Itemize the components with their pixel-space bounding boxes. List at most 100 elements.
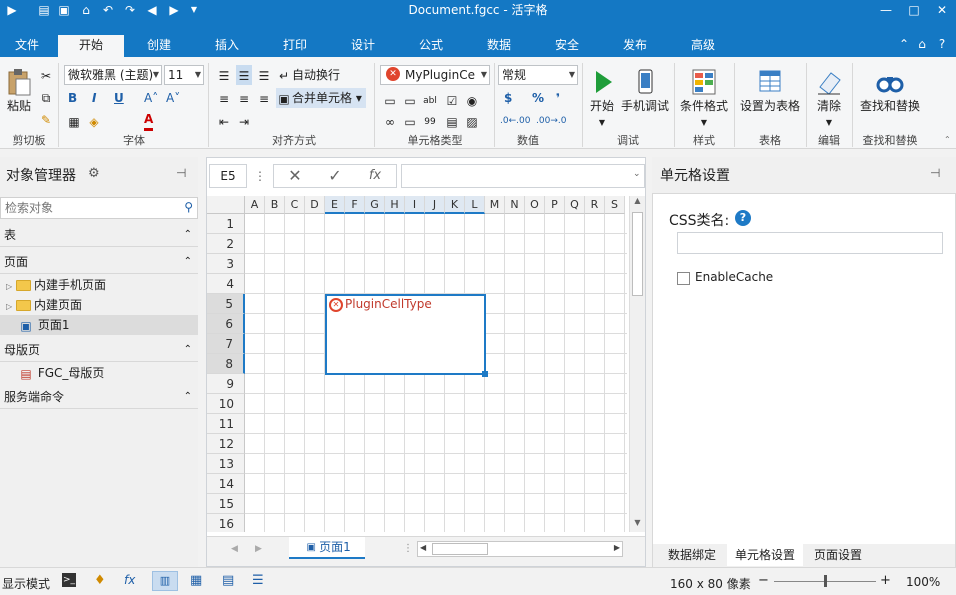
row-header[interactable]: 15 (207, 494, 245, 514)
cell-grid[interactable]: ABCDEFGHIJKLMNOPQRS 1 2 3 4 5 6 7 8 9 10 11 12 13 14 1… (207, 196, 627, 532)
row-header[interactable]: 11 (207, 414, 245, 434)
column-header[interactable]: L (465, 196, 485, 214)
underline-button[interactable]: U (114, 88, 124, 108)
column-header[interactable]: O (525, 196, 545, 214)
search-icon[interactable]: ⚲ (184, 200, 193, 214)
celltype-select[interactable]: ✕ MyPluginCe ▼ (380, 65, 490, 85)
cut-icon[interactable]: ✂ (38, 65, 54, 85)
tab-file[interactable]: 文件 (2, 35, 52, 57)
number-format-select[interactable]: 常规 ▼ (498, 65, 578, 85)
column-header[interactable]: N (505, 196, 525, 214)
indent-increase-icon[interactable]: ⇥ (236, 111, 252, 131)
zoom-out-icon[interactable]: − (758, 573, 769, 588)
column-header[interactable]: K (445, 196, 465, 214)
close-icon[interactable]: ✕ (934, 2, 950, 18)
row-header[interactable]: 16 (207, 514, 245, 532)
gear-icon[interactable]: ⚙ (88, 166, 100, 181)
section-pages[interactable]: 页面 ⌃ (0, 250, 198, 274)
tree-item-master-page[interactable]: ▤ FGC_母版页 (0, 363, 198, 383)
row-header[interactable]: 14 (207, 474, 245, 494)
list-celltype-icon[interactable]: ▤ (444, 111, 460, 131)
tab-cell-settings[interactable]: 单元格设置 (727, 544, 803, 566)
tree-item-builtin-pages[interactable]: ▷ 内建页面 (0, 295, 198, 315)
ribbon-collapse-icon[interactable]: ⌃ (944, 135, 951, 144)
hyperlink-celltype-icon[interactable]: ∞ (382, 111, 398, 131)
column-header[interactable]: P (545, 196, 565, 214)
row-header[interactable]: 7 (207, 334, 245, 354)
row-header[interactable]: 3 (207, 254, 245, 274)
tab-print[interactable]: 打印 (270, 35, 320, 57)
column-header[interactable]: E (325, 196, 345, 214)
column-header[interactable]: I (405, 196, 425, 214)
bulb-icon[interactable]: ♦ (94, 573, 106, 588)
bold-button[interactable]: B (68, 88, 77, 108)
chart-icon[interactable]: ▥ (152, 571, 178, 591)
tree-item-mobile-pages[interactable]: ▷ 内建手机页面 (0, 275, 198, 295)
align-top-icon[interactable]: ☰ (216, 65, 232, 85)
increase-font-button[interactable]: A˄ (144, 88, 158, 108)
console-icon[interactable]: >_ (62, 573, 76, 587)
maximize-icon[interactable]: □ (906, 2, 922, 18)
column-header[interactable]: B (265, 196, 285, 214)
home-icon[interactable]: ⌂ (914, 36, 930, 52)
italic-button[interactable]: I (92, 88, 96, 108)
tab-data[interactable]: 数据 (474, 35, 524, 57)
tree-item-page1[interactable]: ▣ 页面1 (0, 315, 198, 335)
align-left-icon[interactable]: ≡ (216, 88, 232, 108)
column-header[interactable]: F (345, 196, 365, 214)
list-icon[interactable]: ☰ (252, 573, 264, 588)
tab-publish[interactable]: 发布 (610, 35, 660, 57)
align-center-icon[interactable]: ≡ (236, 88, 252, 108)
percent-button[interactable]: % (532, 88, 544, 108)
confirm-icon[interactable]: ✓ (325, 164, 345, 188)
fill-handle[interactable] (482, 371, 488, 377)
column-header[interactable]: G (365, 196, 385, 214)
clear-button[interactable]: 清除 ▼ (810, 67, 848, 128)
sheet-tab-page1[interactable]: ▣ 页面1 (289, 537, 365, 559)
tab-security[interactable]: 安全 (542, 35, 592, 57)
row-header[interactable]: 1 (207, 214, 245, 234)
row-header[interactable]: 4 (207, 274, 245, 294)
css-class-input[interactable] (677, 232, 943, 254)
pin-icon[interactable]: ⊣ (176, 166, 186, 180)
sheet-splitter[interactable]: ⋮ (403, 543, 413, 554)
column-header[interactable]: H (385, 196, 405, 214)
font-size-select[interactable]: 11 ▼ (164, 65, 204, 85)
align-middle-icon[interactable]: ☰ (236, 65, 252, 85)
grid-icon[interactable]: ▦ (190, 573, 202, 588)
vertical-scroll-thumb[interactable] (632, 212, 643, 296)
textbox-celltype-icon[interactable]: ▭ (402, 90, 418, 110)
fill-color-icon[interactable]: ◈ (86, 111, 102, 131)
column-header[interactable]: A (245, 196, 265, 214)
next-sheet-icon[interactable]: ▶ (255, 544, 262, 554)
label-celltype-icon[interactable]: abl (422, 90, 438, 110)
find-replace-button[interactable]: 查找和替换 (856, 67, 924, 114)
increase-decimal-icon[interactable]: .0←.00 (500, 111, 530, 131)
wrap-text-button[interactable]: ↵ 自动换行 (276, 65, 340, 85)
column-header[interactable]: R (585, 196, 605, 214)
tab-insert[interactable]: 插入 (202, 35, 252, 57)
tab-home[interactable]: 开始 (58, 35, 124, 57)
zoom-slider-thumb[interactable] (824, 575, 827, 587)
help-icon[interactable]: ? (735, 210, 751, 226)
select-all-corner[interactable] (207, 196, 245, 214)
row-header[interactable]: 12 (207, 434, 245, 454)
row-header[interactable]: 5 (207, 294, 245, 314)
formula-input[interactable] (401, 164, 645, 188)
column-header[interactable]: S (605, 196, 625, 214)
help-icon[interactable]: ? (934, 36, 950, 52)
font-name-select[interactable]: 微软雅黑 (主题) ▼ (64, 65, 162, 85)
conditional-format-button[interactable]: 条件格式 ▼ (678, 67, 730, 128)
pin-icon[interactable]: ⊣ (930, 166, 940, 180)
currency-button[interactable]: $ (504, 88, 512, 108)
vertical-scrollbar[interactable]: ▲ ▼ (629, 196, 645, 532)
set-as-table-button[interactable]: 设置为表格 (738, 67, 802, 114)
horizontal-scroll-thumb[interactable] (432, 543, 488, 555)
tab-data-binding[interactable]: 数据绑定 (659, 544, 725, 566)
button-celltype-icon[interactable]: ▭ (382, 90, 398, 110)
collapse-ribbon-icon[interactable]: ⌃ (896, 36, 912, 52)
zoom-in-icon[interactable]: + (880, 573, 891, 588)
expand-formula-icon[interactable]: ⌄ (633, 169, 641, 179)
tab-create[interactable]: 创建 (134, 35, 184, 57)
indent-decrease-icon[interactable]: ⇤ (216, 111, 232, 131)
